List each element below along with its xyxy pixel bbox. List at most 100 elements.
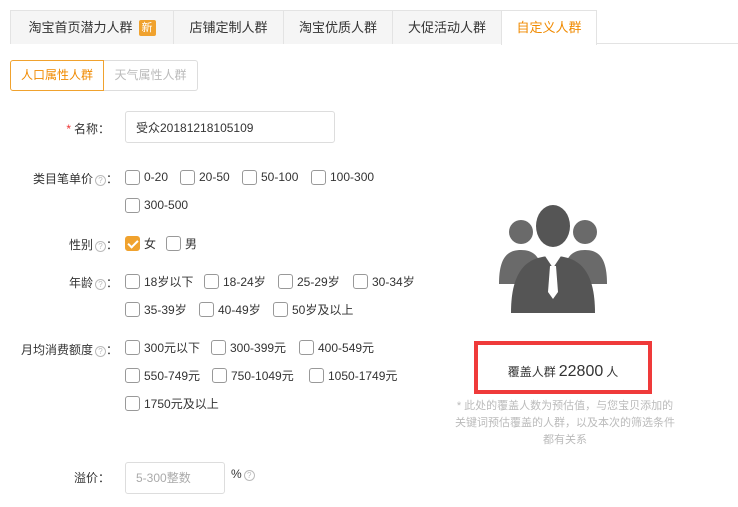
new-badge: 新 bbox=[138, 20, 156, 36]
coverage-summary: 覆盖人群 22800 人 bbox=[478, 363, 648, 381]
help-icon[interactable]: ? bbox=[243, 470, 255, 481]
option-label: 18岁以下 bbox=[144, 274, 194, 289]
checkbox[interactable] bbox=[204, 273, 219, 289]
premium-label: 溢价： bbox=[73, 471, 110, 485]
audience-group-icon bbox=[499, 205, 607, 313]
checkbox[interactable] bbox=[311, 169, 326, 185]
tab-label: 大促活动人群 bbox=[407, 20, 486, 35]
checkbox[interactable] bbox=[180, 169, 195, 185]
age-option[interactable]: 30-34岁 bbox=[353, 272, 415, 290]
tab-shop-custom[interactable]: 店铺定制人群 bbox=[173, 10, 284, 44]
checkbox[interactable] bbox=[273, 301, 288, 317]
coverage-count: 22800 bbox=[558, 363, 604, 380]
monthly-spend-option[interactable]: 400-549元 bbox=[299, 338, 374, 356]
monthly-spend-option[interactable]: 1750元及以上 bbox=[125, 394, 219, 412]
monthly-spend-label-text: 月均消费额度 bbox=[20, 343, 93, 357]
checkbox[interactable] bbox=[278, 273, 293, 289]
gender-option-female[interactable]: 女 bbox=[125, 234, 156, 252]
option-label: 300元以下 bbox=[144, 340, 201, 355]
note-line: * 此处的覆盖人数为预估值，与您宝贝添加的 bbox=[456, 400, 674, 412]
option-label: 30-34岁 bbox=[372, 274, 415, 289]
checkbox[interactable] bbox=[125, 273, 140, 289]
category-price-option[interactable]: 300-500 bbox=[125, 196, 188, 214]
monthly-spend-option[interactable]: 550-749元 bbox=[125, 366, 200, 384]
required-mark: * bbox=[66, 122, 71, 136]
tab-label: 淘宝优质人群 bbox=[298, 20, 377, 35]
help-icon[interactable]: ? bbox=[94, 346, 106, 357]
checkbox[interactable] bbox=[166, 235, 181, 251]
category-price-label: 类目笔单价?： bbox=[0, 170, 118, 187]
gender-label-text: 性别 bbox=[68, 238, 93, 252]
option-label: 35-39岁 bbox=[144, 302, 187, 317]
premium-unit: %? bbox=[231, 467, 255, 481]
note-line: 都有关系 bbox=[543, 434, 587, 446]
age-option[interactable]: 50岁及以上 bbox=[273, 300, 353, 318]
checkbox[interactable] bbox=[211, 339, 226, 355]
checkbox[interactable] bbox=[353, 273, 368, 289]
name-label-text: 名称： bbox=[73, 122, 110, 136]
monthly-spend-option[interactable]: 300-399元 bbox=[211, 338, 286, 356]
category-price-option[interactable]: 50-100 bbox=[242, 168, 298, 186]
checkbox[interactable] bbox=[212, 367, 227, 383]
coverage-label: 覆盖人群 bbox=[507, 365, 556, 379]
help-icon[interactable]: ? bbox=[94, 241, 106, 252]
audience-tabs: 淘宝首页潜力人群新 店铺定制人群 淘宝优质人群 大促活动人群 自定义人群 bbox=[10, 10, 738, 45]
checkbox[interactable] bbox=[125, 301, 140, 317]
subtab-demographic[interactable]: 人口属性人群 bbox=[10, 60, 104, 91]
option-label: 0-20 bbox=[144, 170, 169, 184]
option-label: 550-749元 bbox=[144, 368, 201, 383]
checkbox-checked[interactable] bbox=[125, 235, 140, 251]
option-label: 300-500 bbox=[144, 198, 189, 212]
monthly-spend-option[interactable]: 750-1049元 bbox=[212, 366, 294, 384]
option-label: 50-100 bbox=[261, 170, 299, 184]
age-option[interactable]: 18岁以下 bbox=[125, 272, 193, 290]
checkbox[interactable] bbox=[125, 367, 140, 383]
category-price-option[interactable]: 0-20 bbox=[125, 168, 168, 186]
option-label: 1750元及以上 bbox=[144, 396, 219, 411]
checkbox[interactable] bbox=[125, 339, 140, 355]
tab-promotion[interactable]: 大促活动人群 bbox=[392, 10, 502, 44]
checkbox[interactable] bbox=[125, 169, 140, 185]
category-price-label-text: 类目笔单价 bbox=[32, 172, 93, 186]
note-line: 关键词预估覆盖的人群，以及本次的筛选条件 bbox=[455, 417, 675, 429]
tab-custom[interactable]: 自定义人群 bbox=[501, 10, 597, 45]
checkbox[interactable] bbox=[242, 169, 257, 185]
option-label: 750-1049元 bbox=[231, 368, 294, 383]
option-label: 400-549元 bbox=[318, 340, 375, 355]
subtab-weather[interactable]: 天气属性人群 bbox=[104, 60, 198, 91]
checkbox[interactable] bbox=[125, 395, 140, 411]
coverage-unit: 人 bbox=[606, 365, 619, 379]
option-label: 20-50 bbox=[199, 170, 230, 184]
age-option[interactable]: 25-29岁 bbox=[278, 272, 340, 290]
category-price-option[interactable]: 20-50 bbox=[180, 168, 230, 186]
label-colon: ： bbox=[105, 343, 118, 357]
option-label: 1050-1749元 bbox=[328, 368, 398, 383]
checkbox[interactable] bbox=[299, 339, 314, 355]
monthly-spend-option[interactable]: 300元以下 bbox=[125, 338, 200, 356]
coverage-note: * 此处的覆盖人数为预估值，与您宝贝添加的 关键词预估覆盖的人群，以及本次的筛选… bbox=[440, 398, 690, 449]
tab-label: 淘宝首页潜力人群 bbox=[28, 20, 133, 35]
checkbox[interactable] bbox=[309, 367, 324, 383]
name-input[interactable] bbox=[125, 111, 335, 143]
option-label: 女 bbox=[144, 236, 157, 251]
tab-taobao-quality[interactable]: 淘宝优质人群 bbox=[283, 10, 393, 44]
checkbox[interactable] bbox=[199, 301, 214, 317]
help-icon[interactable]: ? bbox=[94, 279, 106, 290]
category-price-option[interactable]: 100-300 bbox=[311, 168, 374, 186]
tab-taobao-home-potential[interactable]: 淘宝首页潜力人群新 bbox=[10, 10, 174, 44]
option-label: 100-300 bbox=[330, 170, 375, 184]
age-option[interactable]: 35-39岁 bbox=[125, 300, 187, 318]
age-label: 年龄?： bbox=[0, 274, 118, 291]
help-icon[interactable]: ? bbox=[94, 175, 106, 186]
checkbox[interactable] bbox=[125, 197, 140, 213]
label-colon: ： bbox=[105, 238, 118, 252]
age-option[interactable]: 18-24岁 bbox=[204, 272, 266, 290]
monthly-spend-option[interactable]: 1050-1749元 bbox=[309, 366, 397, 384]
option-label: 18-24岁 bbox=[223, 274, 266, 289]
gender-option-male[interactable]: 男 bbox=[166, 234, 197, 252]
premium-input[interactable] bbox=[125, 462, 225, 494]
option-label: 300-399元 bbox=[230, 340, 287, 355]
age-option[interactable]: 40-49岁 bbox=[199, 300, 261, 318]
option-label: 男 bbox=[185, 236, 198, 251]
age-label-text: 年龄 bbox=[68, 276, 93, 290]
